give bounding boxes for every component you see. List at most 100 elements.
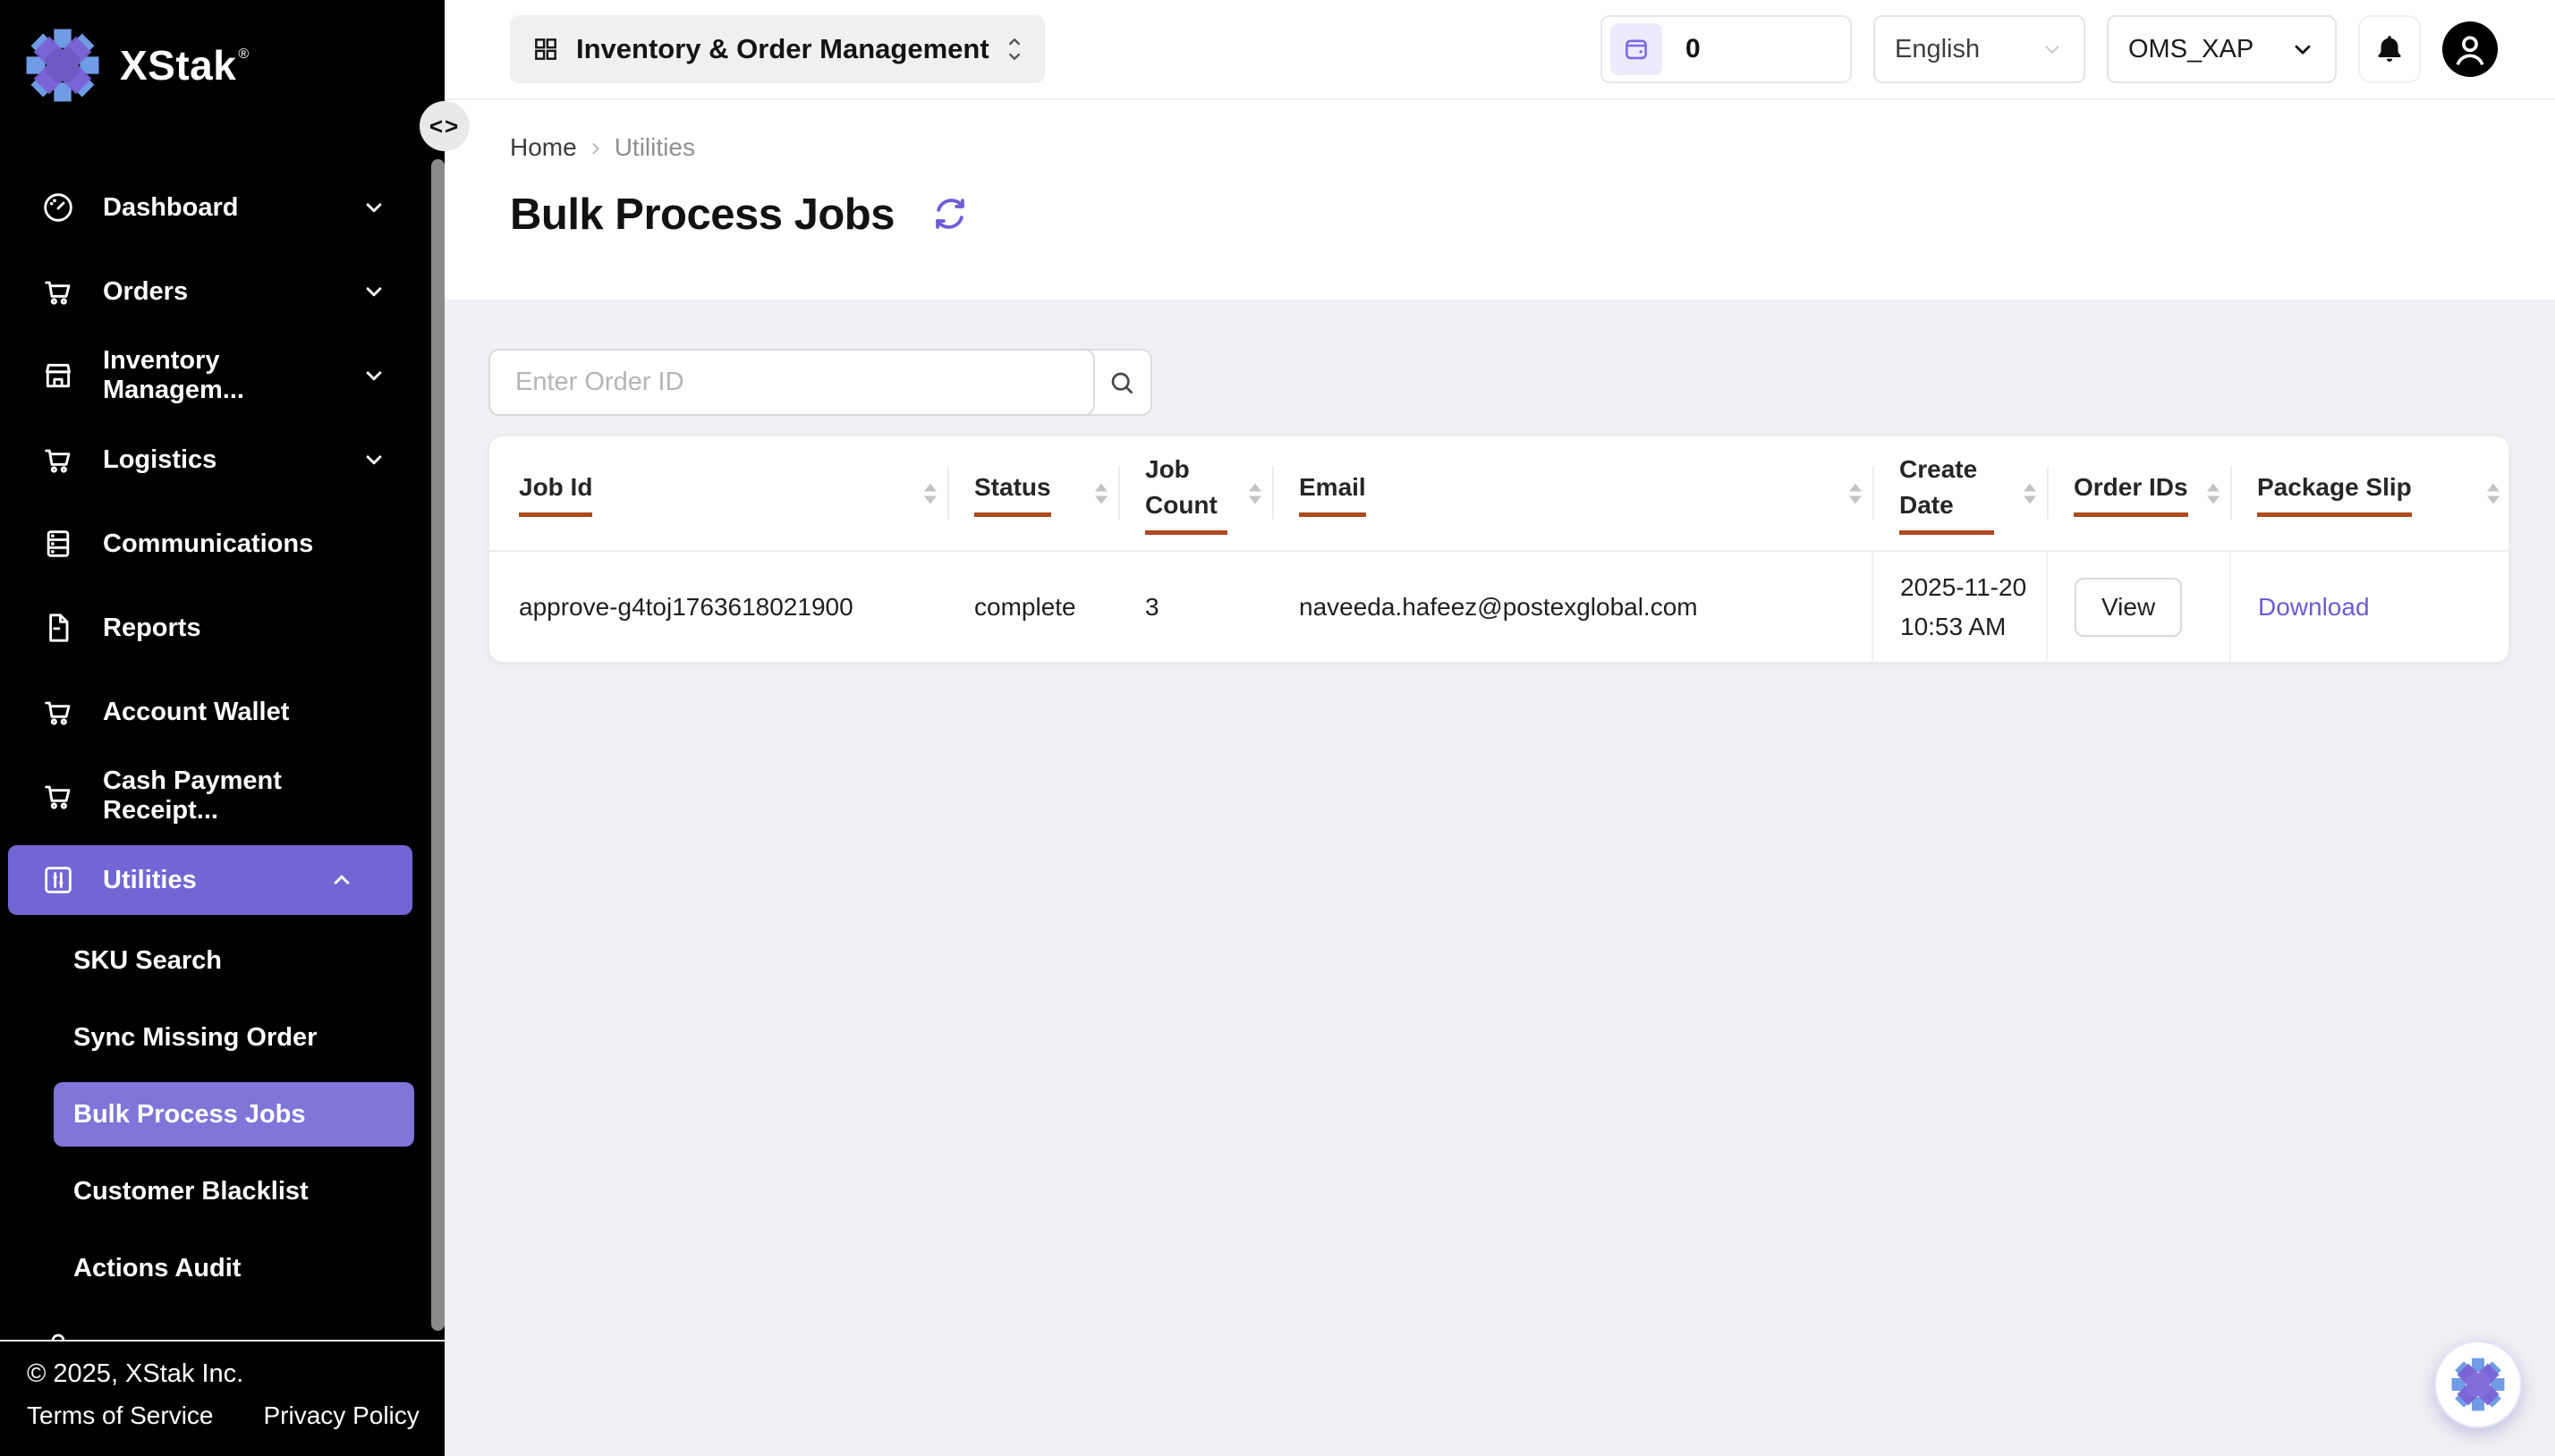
jobs-table: Job Id Status Job Count — [489, 436, 2509, 662]
sidebar-item-utilities[interactable]: Utilities — [8, 845, 412, 915]
sidebar-item-cash-payment-receipt[interactable]: Cash Payment Receipt... — [0, 754, 445, 838]
sidebar-item-dashboard[interactable]: Dashboard — [0, 165, 445, 250]
sidebar-scrollbar-thumb[interactable] — [431, 159, 445, 1331]
refresh-button[interactable] — [929, 193, 972, 236]
xstak-floating-button[interactable] — [2434, 1341, 2522, 1428]
brand-name: XStak® — [120, 41, 247, 89]
cell-order-ids: View — [2047, 551, 2230, 662]
search-icon — [1108, 368, 1136, 397]
chevron-down-icon — [2290, 37, 2315, 62]
column-header-order-ids: Order IDs — [2047, 436, 2230, 551]
sliders-icon — [40, 862, 76, 898]
download-package-slip-link[interactable]: Download — [2258, 593, 2370, 621]
sidebar-subitem-customer-blacklist[interactable]: Customer Blacklist — [0, 1153, 445, 1230]
dashboard-icon — [40, 190, 76, 225]
cell-job-id: approve-g4toj1763618021900 — [489, 551, 947, 662]
up-down-chevrons-icon — [1006, 33, 1023, 65]
terms-of-service-link[interactable]: Terms of Service — [27, 1401, 214, 1430]
cell-create-date: 2025-11-20 10:53 AM — [1872, 551, 2047, 662]
chevron-down-icon — [361, 194, 387, 221]
page-title: Bulk Process Jobs — [510, 190, 895, 240]
main-area: <> Inventory & Order Management 0 Englis… — [445, 0, 2555, 1456]
sort-control[interactable] — [1249, 483, 1261, 504]
sidebar-item-label: Orders — [103, 277, 188, 307]
sidebar-item-label: Logistics — [103, 445, 216, 475]
brand-logo[interactable]: XStak® — [0, 0, 445, 107]
sidebar-subitem-bulk-process-jobs[interactable]: Bulk Process Jobs — [54, 1082, 414, 1147]
xstak-asterisk-icon — [2449, 1356, 2507, 1413]
sort-control[interactable] — [2207, 483, 2220, 504]
sidebar-item-partially-hidden[interactable] — [0, 1307, 445, 1340]
cart-icon — [40, 778, 76, 814]
app-switcher-label: Inventory & Order Management — [576, 33, 989, 65]
wallet-count: 0 — [1685, 34, 1701, 64]
sort-control[interactable] — [1849, 483, 1862, 504]
app-switcher-dropdown[interactable]: Inventory & Order Management — [510, 15, 1045, 83]
app-grid-icon — [531, 35, 560, 63]
workspace-selected-value: OMS_XAP — [2128, 35, 2254, 64]
view-order-ids-button[interactable]: View — [2075, 578, 2182, 637]
sidebar-subitem-sku-search[interactable]: SKU Search — [0, 922, 445, 999]
sidebar-item-label: Dashboard — [103, 193, 238, 223]
cart-icon — [40, 442, 76, 478]
sidebar-subitem-sync-missing-order[interactable]: Sync Missing Order — [0, 999, 445, 1076]
refresh-icon — [930, 194, 970, 233]
sidebar-item-reports[interactable]: Reports — [0, 586, 445, 670]
sidebar-collapse-toggle[interactable]: <> — [420, 101, 470, 151]
chevron-down-icon — [361, 278, 387, 305]
breadcrumb: Home › Utilities — [510, 132, 2555, 163]
registered-mark: ® — [238, 47, 249, 62]
server-rows-icon — [40, 526, 76, 562]
sidebar-subitem-label: Actions Audit — [73, 1254, 241, 1283]
wallet-balance-widget[interactable]: 0 — [1600, 15, 1852, 83]
user-avatar[interactable] — [2442, 21, 2498, 77]
sort-control[interactable] — [1095, 483, 1108, 504]
sidebar-item-account-wallet[interactable]: Account Wallet — [0, 670, 445, 754]
sidebar-subitem-label: SKU Search — [73, 946, 222, 976]
sidebar-item-inventory-management[interactable]: Inventory Managem... — [0, 334, 445, 418]
language-selected-value: English — [1895, 35, 1980, 64]
notifications-button[interactable] — [2358, 15, 2421, 83]
sidebar-subitem-label: Customer Blacklist — [73, 1177, 309, 1206]
sidebar-footer: © 2025, XStak Inc. Terms of Service Priv… — [0, 1340, 445, 1456]
breadcrumb-separator: › — [591, 132, 600, 163]
wallet-icon — [1610, 23, 1662, 75]
chevron-up-icon — [328, 867, 355, 893]
sidebar-item-label: Reports — [103, 614, 201, 643]
app-root: XStak® Dashboard Orders — [0, 0, 2555, 1456]
sidebar-item-orders[interactable]: Orders — [0, 250, 445, 334]
bell-icon — [2372, 32, 2406, 66]
topbar: Inventory & Order Management 0 English O… — [445, 0, 2555, 100]
sidebar: XStak® Dashboard Orders — [0, 0, 445, 1456]
order-id-input[interactable] — [488, 349, 1095, 416]
cell-job-count: 3 — [1118, 551, 1272, 662]
table-row: approve-g4toj1763618021900 complete 3 na… — [489, 551, 2509, 662]
privacy-policy-link[interactable]: Privacy Policy — [264, 1401, 420, 1430]
person-icon — [40, 1327, 76, 1340]
sidebar-nav: Dashboard Orders Inventory Managem... — [0, 165, 445, 1340]
column-header-package-slip: Package Slip — [2230, 436, 2509, 551]
language-select[interactable]: English — [1873, 15, 2085, 83]
copyright-text: © 2025, XStak Inc. — [27, 1359, 445, 1389]
sidebar-subitem-actions-audit[interactable]: Actions Audit — [0, 1230, 445, 1307]
xstak-asterisk-icon — [23, 26, 102, 105]
sort-control[interactable] — [2024, 483, 2036, 504]
column-header-job-id: Job Id — [489, 436, 947, 551]
breadcrumb-current: Utilities — [615, 133, 695, 162]
sidebar-item-label: Communications — [103, 529, 313, 559]
cart-icon — [40, 274, 76, 309]
breadcrumb-home[interactable]: Home — [510, 133, 577, 162]
document-icon — [40, 610, 76, 646]
chevron-down-icon — [361, 446, 387, 473]
order-search — [488, 349, 2509, 416]
page-header: Home › Utilities Bulk Process Jobs — [445, 100, 2555, 300]
sidebar-item-logistics[interactable]: Logistics — [0, 418, 445, 502]
sort-control[interactable] — [2487, 483, 2500, 504]
column-header-create-date: Create Date — [1872, 436, 2047, 551]
sidebar-subitem-label: Bulk Process Jobs — [73, 1100, 306, 1130]
sidebar-item-communications[interactable]: Communications — [0, 502, 445, 586]
sort-control[interactable] — [924, 483, 937, 504]
cell-package-slip: Download — [2230, 551, 2509, 662]
workspace-select[interactable]: OMS_XAP — [2107, 15, 2337, 83]
store-icon — [40, 358, 76, 394]
